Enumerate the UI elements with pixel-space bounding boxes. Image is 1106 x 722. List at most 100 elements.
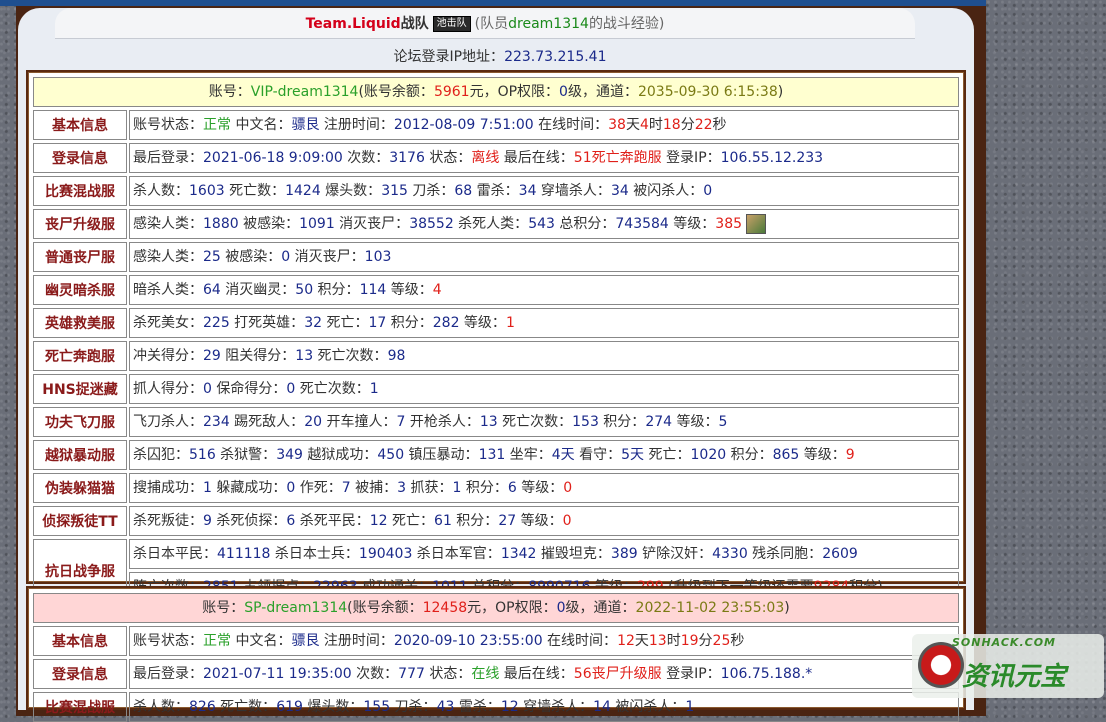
stat-value: 5天 <box>621 447 645 463</box>
stat-label: 时 <box>648 117 663 133</box>
stat-label: 爆头数： <box>302 699 364 715</box>
stat-label: 消灭丧尸： <box>290 249 365 265</box>
stat-row: 英雄救美服 杀死美女：225 打死英雄：32 死亡：17 积分：282 等级：1 <box>33 308 959 338</box>
stat-value: 411118 <box>217 546 271 562</box>
stat-label: 杀日本军官： <box>412 546 501 562</box>
stat-label: 状态： <box>424 150 472 166</box>
stat-value: 450 <box>377 447 405 463</box>
stat-value: 在线 <box>471 666 500 682</box>
stat-value: 274 <box>645 414 673 430</box>
category-label[interactable]: 英雄救美服 <box>33 308 127 338</box>
category-label[interactable]: 越狱暴动服 <box>33 440 127 470</box>
stat-label: 被感染： <box>238 216 300 232</box>
member-name[interactable]: dream1314 <box>508 16 589 32</box>
stat-value: 543 <box>528 216 555 232</box>
stat-label: 死亡数： <box>224 183 286 199</box>
stat-value: 20 <box>304 414 323 430</box>
stat-label: 等级： <box>516 513 563 529</box>
ip-value: 223.73.215.41 <box>504 49 607 65</box>
category-label[interactable]: 功夫飞刀服 <box>33 407 127 437</box>
stat-value: 0 <box>286 480 296 496</box>
stat-value: 56丧尸升级服 <box>573 666 662 682</box>
category-label[interactable]: 基本信息 <box>33 110 127 140</box>
stat-label: 穿墙杀人： <box>536 183 611 199</box>
category-label[interactable]: 比赛混战服 <box>33 176 127 206</box>
stat-label: 等级： <box>516 480 564 496</box>
category-label[interactable]: HNS捉迷藏 <box>33 374 127 404</box>
stat-value: 12 <box>500 699 519 715</box>
category-label[interactable]: 伪装躲猫猫 <box>33 473 127 503</box>
stat-row: 死亡奔跑服 冲关得分：29 阻关得分：13 死亡次数：98 <box>33 341 959 371</box>
stat-line: 最后登录：2021-07-11 19:35:00 次数：777 状态：在线 最后… <box>129 659 959 689</box>
stat-values: 杀人数：826 死亡数：619 爆头数：155 刀杀：43 雷杀：12 穿墙杀人… <box>129 692 959 722</box>
stat-label: 杀人数： <box>133 699 189 715</box>
stat-label: 穿墙杀人： <box>518 699 594 715</box>
stat-value: 153 <box>572 414 599 430</box>
stat-values: 杀囚犯：516 杀狱警：349 越狱成功：450 镇压暴动：131 坐牢：4天 … <box>129 440 959 470</box>
stat-line: 飞刀杀人：234 踢死敌人：20 开车撞人：7 开枪杀人：13 死亡次数：153… <box>129 407 959 437</box>
stat-label: 最后在线： <box>499 666 574 682</box>
balance-label: (账号余额： <box>358 84 434 100</box>
stat-value: 1020 <box>690 447 727 463</box>
stat-label: 天 <box>634 633 649 649</box>
stat-label: 等级： <box>672 414 719 430</box>
stat-label: 总积分： <box>554 216 616 232</box>
stat-value: 106.75.188.* <box>720 666 813 682</box>
stat-value: 9 <box>203 513 212 529</box>
stat-label: 等级： <box>459 315 506 331</box>
stat-value: 2609 <box>822 546 858 562</box>
stat-label: 死亡： <box>644 447 691 463</box>
stat-value: 13 <box>295 348 314 364</box>
level-avatar-icon <box>746 214 767 234</box>
balance-label: (账号余额： <box>347 600 423 616</box>
stat-values: 账号状态：正常 中文名：骠艮 注册时间：2012-08-09 7:51:00 在… <box>129 110 959 140</box>
stat-line: 搜捕成功：1 躲藏成功：0 作死：7 被捕：3 抓获：1 积分：6 等级：0 <box>129 473 959 503</box>
category-label[interactable]: 基本信息 <box>33 626 127 656</box>
stat-value: 43 <box>436 699 455 715</box>
stat-label: 积分： <box>313 282 360 298</box>
stat-label: 积分： <box>386 315 433 331</box>
stat-value: 68 <box>454 183 473 199</box>
category-label[interactable]: 登录信息 <box>33 143 127 173</box>
stat-label: 死亡： <box>322 315 369 331</box>
stat-values: 冲关得分：29 阻关得分：13 死亡次数：98 <box>129 341 959 371</box>
stat-label: 秒 <box>730 633 745 649</box>
op-value: 0 <box>559 84 568 100</box>
stat-value: 2021-06-18 9:09:00 <box>203 150 343 166</box>
account-header-2: 账号：SP-dream1314(账号余额：12458元，OP权限：0级，通道：2… <box>33 593 959 623</box>
stat-line: 感染人类：1880 被感染：1091 消灭丧尸：38552 杀死人类：543 总… <box>129 209 959 239</box>
stat-values: 杀人数：1603 死亡数：1424 爆头数：315 刀杀：68 雷杀：34 穿墙… <box>129 176 959 206</box>
stat-values: 感染人类：1880 被感染：1091 消灭丧尸：38552 杀死人类：543 总… <box>129 209 959 239</box>
stat-value: 315 <box>381 183 408 199</box>
category-label[interactable]: 登录信息 <box>33 659 127 689</box>
stat-value: 1091 <box>299 216 335 232</box>
stat-label: 被捕： <box>350 480 398 496</box>
stat-value: 0 <box>703 183 713 199</box>
stat-row: 普通丧尸服 感染人类：25 被感染：0 消灭丧尸：103 <box>33 242 959 272</box>
team-name[interactable]: Team.Liquid <box>306 16 401 32</box>
stat-label: 注册时间： <box>319 117 394 133</box>
category-label[interactable]: 丧尸升级服 <box>33 209 127 239</box>
stat-label: 中文名： <box>231 633 292 649</box>
stat-value: 25 <box>203 249 221 265</box>
category-label[interactable]: 比赛混战服 <box>33 692 127 722</box>
stat-line: 冲关得分：29 阻关得分：13 死亡次数：98 <box>129 341 959 371</box>
stat-value: 50 <box>295 282 314 298</box>
stat-value: 0 <box>562 513 572 529</box>
stat-value: 0 <box>563 480 573 496</box>
stat-label: 被闪杀人： <box>628 183 704 199</box>
stat-label: 次数： <box>351 666 399 682</box>
stat-label: 坐牢： <box>505 447 552 463</box>
stat-label: 抓人得分： <box>133 381 203 397</box>
title-suffix: 的战斗经验) <box>588 16 665 32</box>
stat-label: 杀死人类： <box>453 216 529 232</box>
category-label[interactable]: 死亡奔跑服 <box>33 341 127 371</box>
stat-label: 雷杀： <box>472 183 519 199</box>
category-label[interactable]: 普通丧尸服 <box>33 242 127 272</box>
stat-label: 账号状态： <box>133 633 203 649</box>
category-label[interactable]: 幽灵暗杀服 <box>33 275 127 305</box>
stat-label: 杀日本士兵： <box>270 546 359 562</box>
account-label: 账号： <box>208 84 251 100</box>
category-label[interactable]: 侦探叛徒TT <box>33 506 127 536</box>
stat-value: 正常 <box>203 117 231 133</box>
